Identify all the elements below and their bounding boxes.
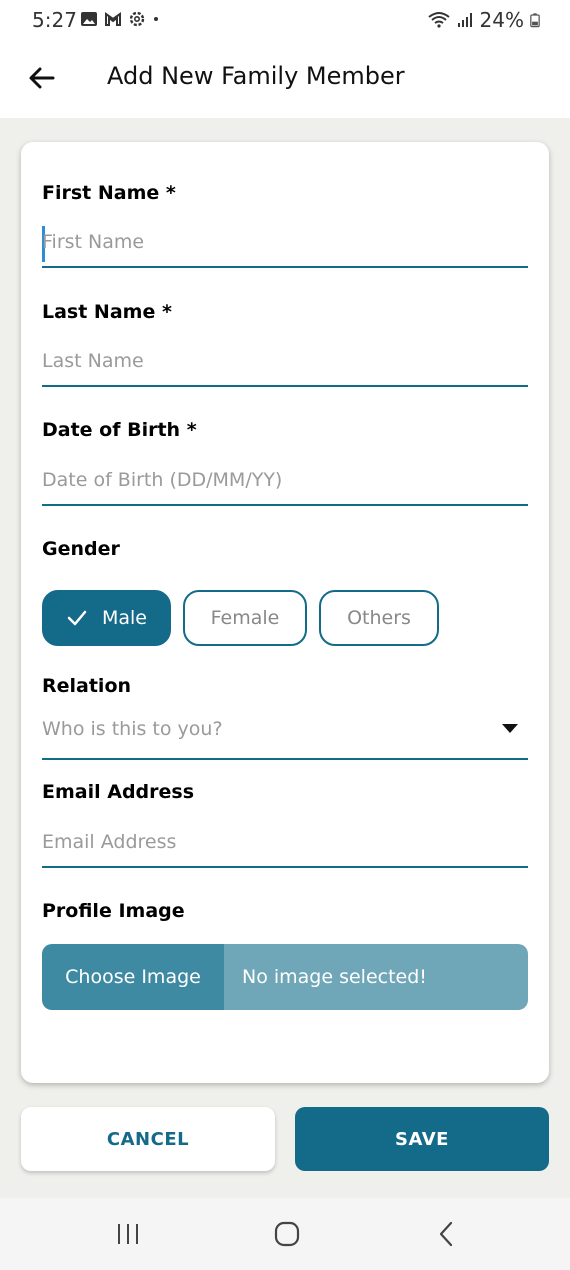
dot-icon	[154, 17, 158, 21]
settings-icon	[129, 11, 145, 27]
email-input[interactable]	[42, 818, 528, 868]
back-nav-icon[interactable]	[433, 1220, 461, 1248]
cancel-button[interactable]: CANCEL	[21, 1107, 275, 1171]
recent-apps-icon[interactable]	[114, 1220, 142, 1248]
image-status-text: No image selected!	[224, 944, 528, 1010]
status-right: 24%	[427, 8, 540, 32]
page-title: Add New Family Member	[107, 62, 405, 90]
status-bar: 5:27 24%	[0, 0, 570, 40]
system-nav-bar	[0, 1198, 570, 1270]
gender-chip-label: Female	[210, 607, 280, 629]
save-button[interactable]: SAVE	[295, 1107, 549, 1171]
gender-label: Gender	[42, 538, 120, 560]
relation-dropdown[interactable]: Who is this to you?	[42, 700, 528, 760]
first-name-input[interactable]	[42, 218, 528, 268]
profile-image-label: Profile Image	[42, 900, 185, 922]
last-name-input[interactable]	[42, 337, 528, 387]
gender-chip-male[interactable]: Male	[42, 590, 171, 646]
signal-icon	[457, 13, 472, 27]
back-arrow-icon[interactable]	[26, 62, 58, 94]
gmail-icon	[105, 12, 121, 26]
dropdown-arrow-icon	[502, 724, 518, 733]
last-name-label: Last Name *	[42, 301, 172, 323]
battery-icon	[530, 13, 540, 28]
profile-image-picker: Choose Image No image selected!	[42, 944, 528, 1010]
status-time: 5:27	[32, 8, 77, 32]
gender-chip-label: Male	[101, 607, 147, 629]
gender-chip-female[interactable]: Female	[183, 590, 307, 646]
first-name-label: First Name *	[42, 182, 176, 204]
check-icon	[67, 610, 87, 626]
home-icon[interactable]	[273, 1220, 301, 1248]
gallery-icon	[81, 12, 97, 26]
gender-chip-others[interactable]: Others	[319, 590, 439, 646]
form-card: First Name * Last Name * Date of Birth *…	[21, 142, 549, 1083]
battery-percent: 24%	[479, 8, 524, 32]
gender-chip-label: Others	[347, 607, 411, 629]
status-notification-icons	[80, 10, 164, 28]
app-bar: Add New Family Member	[0, 40, 570, 118]
relation-label: Relation	[42, 675, 132, 697]
email-label: Email Address	[42, 781, 195, 803]
choose-image-button[interactable]: Choose Image	[42, 944, 224, 1010]
dob-input[interactable]	[42, 456, 528, 506]
wifi-icon	[427, 12, 450, 28]
relation-placeholder: Who is this to you?	[42, 718, 223, 740]
dob-label: Date of Birth *	[42, 419, 197, 441]
